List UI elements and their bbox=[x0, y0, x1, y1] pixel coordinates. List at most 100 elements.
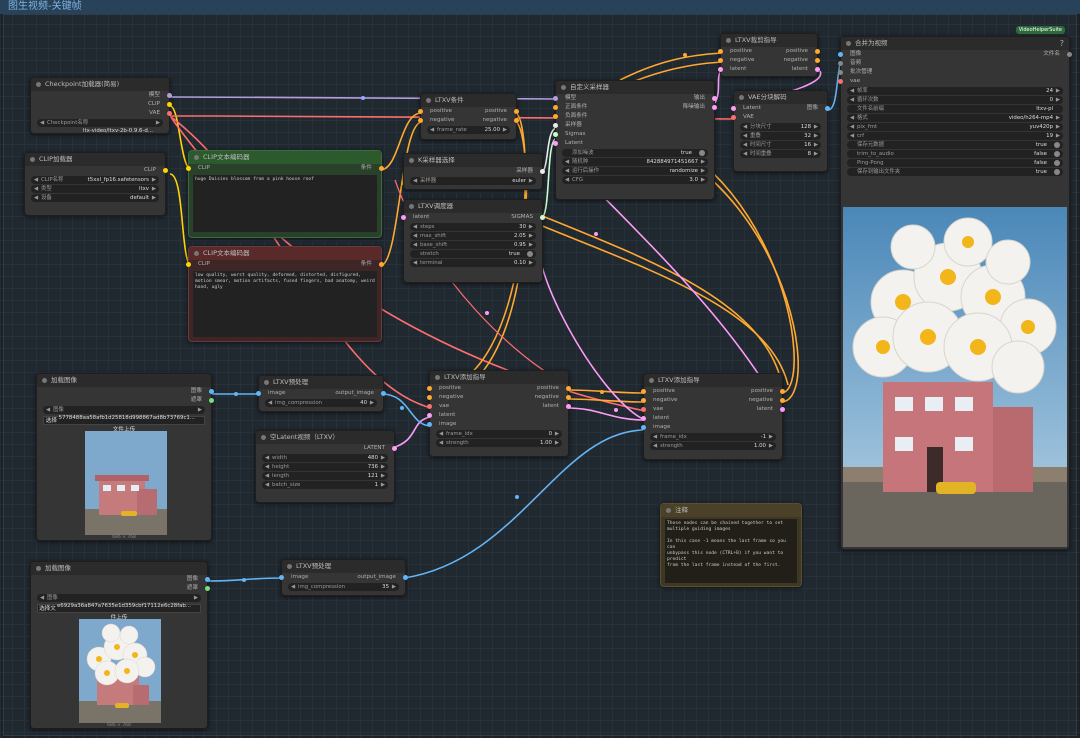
arrow-left-icon[interactable]: ◀ bbox=[34, 176, 38, 184]
prompt-textarea[interactable]: huge Daisies blossom from a pink house r… bbox=[193, 175, 377, 232]
input-latent-port[interactable] bbox=[731, 106, 736, 111]
input-vae-port[interactable] bbox=[427, 404, 432, 409]
arrow-left-icon[interactable]: ◀ bbox=[439, 430, 443, 438]
video-preview[interactable] bbox=[843, 207, 1067, 547]
output-positive-port[interactable] bbox=[815, 49, 820, 54]
arrow-left-icon[interactable]: ◀ bbox=[850, 96, 854, 104]
arrow-right-icon[interactable]: ▶ bbox=[381, 454, 385, 462]
arrow-right-icon[interactable]: ▶ bbox=[814, 123, 818, 131]
arrow-right-icon[interactable]: ▶ bbox=[1056, 96, 1060, 104]
arrow-right-icon[interactable]: ▶ bbox=[1056, 132, 1060, 140]
output-negative-port[interactable] bbox=[780, 398, 785, 403]
input-latent-port[interactable] bbox=[641, 416, 646, 421]
output-denoised-port[interactable] bbox=[712, 105, 717, 110]
input-negative-port[interactable] bbox=[553, 114, 558, 119]
img-compression-widget[interactable]: ◀ img_compression 35 ▶ bbox=[288, 583, 399, 591]
arrow-right-icon[interactable]: ▶ bbox=[529, 259, 533, 267]
arrow-left-icon[interactable]: ◀ bbox=[743, 132, 747, 140]
node-vae-decode-tiled[interactable]: VAE分块解码 Latent 图像 VAE ◀ 分块尺寸 128 ▶ ◀ 重叠 32 ▶ ◀ 时… bbox=[731, 90, 830, 172]
temporal-size-widget[interactable]: ◀ 时间尺寸 16 ▶ bbox=[740, 141, 821, 149]
arrow-right-icon[interactable]: ▶ bbox=[529, 177, 533, 185]
input-sampler-port[interactable] bbox=[553, 123, 558, 128]
arrow-left-icon[interactable]: ◀ bbox=[40, 594, 44, 602]
output-latent-port[interactable] bbox=[780, 407, 785, 412]
input-image-port[interactable] bbox=[279, 575, 284, 580]
node-clip-text-negative[interactable]: CLIP文本编码器 CLIP 条件 low quality, worst qual… bbox=[186, 246, 384, 342]
arrow-right-icon[interactable]: ▶ bbox=[1056, 87, 1060, 95]
arrow-right-icon[interactable]: ▶ bbox=[381, 463, 385, 471]
input-vae-port[interactable] bbox=[731, 115, 736, 120]
node-ltxv-preprocess-1[interactable]: LTXV预处理 image output_image ◀ img_compressi… bbox=[256, 375, 386, 412]
frame-idx-widget[interactable]: ◀ frame_idx -1 ▶ bbox=[650, 433, 776, 441]
output-image-port[interactable] bbox=[825, 106, 830, 111]
arrow-left-icon[interactable]: ◀ bbox=[439, 439, 443, 447]
arrow-right-icon[interactable]: ▶ bbox=[701, 176, 705, 184]
arrow-right-icon[interactable]: ▶ bbox=[701, 158, 705, 166]
output-sampler-port[interactable] bbox=[540, 169, 545, 174]
arrow-right-icon[interactable]: ▶ bbox=[769, 433, 773, 441]
output-negative-port[interactable] bbox=[566, 395, 571, 400]
output-latent-port[interactable] bbox=[815, 67, 820, 72]
arrow-right-icon[interactable]: ▶ bbox=[529, 232, 533, 240]
batch-size-widget[interactable]: ◀ batch_size 1 ▶ bbox=[262, 481, 388, 489]
arrow-left-icon[interactable]: ◀ bbox=[268, 399, 272, 407]
arrow-left-icon[interactable]: ◀ bbox=[743, 150, 747, 158]
output-mask-port[interactable] bbox=[205, 586, 210, 591]
arrow-left-icon[interactable]: ◀ bbox=[565, 176, 569, 184]
note-textarea[interactable]: These nodes can be chained together to s… bbox=[665, 519, 797, 583]
input-negative-port[interactable] bbox=[718, 58, 723, 63]
arrow-right-icon[interactable]: ▶ bbox=[152, 194, 156, 202]
base-shift-widget[interactable]: ◀ base_shift 0.95 ▶ bbox=[410, 241, 536, 249]
output-model-port[interactable] bbox=[167, 93, 172, 98]
arrow-right-icon[interactable]: ▶ bbox=[529, 223, 533, 231]
frame-idx-widget[interactable]: ◀ frame_idx 0 ▶ bbox=[436, 430, 562, 438]
arrow-left-icon[interactable]: ◀ bbox=[565, 158, 569, 166]
input-vae-port[interactable] bbox=[838, 79, 843, 84]
input-images-port[interactable] bbox=[838, 52, 843, 57]
clip-type-widget[interactable]: ◀ 类型 ltxv ▶ bbox=[31, 185, 159, 193]
input-positive-port[interactable] bbox=[718, 49, 723, 54]
arrow-right-icon[interactable]: ▶ bbox=[503, 126, 507, 134]
arrow-left-icon[interactable]: ◀ bbox=[850, 132, 854, 140]
arrow-left-icon[interactable]: ◀ bbox=[34, 185, 38, 193]
filename-prefix-widget[interactable]: 文件名前缀 ltxv-pl bbox=[847, 105, 1063, 113]
arrow-left-icon[interactable]: ◀ bbox=[265, 463, 269, 471]
input-negative-port[interactable] bbox=[427, 395, 432, 400]
arrow-left-icon[interactable]: ◀ bbox=[265, 454, 269, 462]
node-ltxv-crop-guides[interactable]: LTXV裁剪指导 positive positive negative negati… bbox=[718, 33, 820, 77]
arrow-left-icon[interactable]: ◀ bbox=[265, 481, 269, 489]
save-output-toggle[interactable]: 保存到输出文件夹 true bbox=[847, 168, 1063, 176]
arrow-right-icon[interactable]: ▶ bbox=[814, 150, 818, 158]
arrow-right-icon[interactable]: ▶ bbox=[381, 472, 385, 480]
seed-widget[interactable]: ◀ 随机种 842884971451667 ▶ bbox=[562, 158, 708, 166]
arrow-right-icon[interactable]: ▶ bbox=[194, 594, 198, 602]
output-mask-port[interactable] bbox=[209, 398, 214, 403]
node-ltxv-add-guide-1[interactable]: LTXV添加指导 positive positive negative negati… bbox=[427, 370, 571, 457]
node-clip-text-positive[interactable]: CLIP文本编码器 CLIP 条件 huge Daisies blossom fr… bbox=[186, 150, 384, 238]
output-negative-port[interactable] bbox=[815, 58, 820, 63]
length-widget[interactable]: ◀ length 121 ▶ bbox=[262, 472, 388, 480]
input-negative-port[interactable] bbox=[418, 118, 423, 123]
output-latent-port[interactable] bbox=[566, 404, 571, 409]
arrow-left-icon[interactable]: ◀ bbox=[40, 119, 44, 127]
add-noise-toggle[interactable]: 添加噪波 true bbox=[562, 149, 708, 157]
arrow-right-icon[interactable]: ▶ bbox=[1056, 123, 1060, 131]
arrow-left-icon[interactable]: ◀ bbox=[743, 141, 747, 149]
input-latent-port[interactable] bbox=[553, 141, 558, 146]
input-positive-port[interactable] bbox=[418, 109, 423, 114]
output-image-port[interactable] bbox=[381, 391, 386, 396]
temporal-overlap-widget[interactable]: ◀ 时间重叠 8 ▶ bbox=[740, 150, 821, 158]
input-image-port[interactable] bbox=[256, 391, 261, 396]
strength-widget[interactable]: ◀ strength 1.00 ▶ bbox=[650, 442, 776, 450]
arrow-left-icon[interactable]: ◀ bbox=[430, 126, 434, 134]
arrow-right-icon[interactable]: ▶ bbox=[701, 167, 705, 175]
arrow-right-icon[interactable]: ▶ bbox=[156, 119, 160, 127]
output-output-port[interactable] bbox=[712, 96, 717, 101]
input-latent-port[interactable] bbox=[401, 215, 406, 220]
arrow-right-icon[interactable]: ▶ bbox=[814, 141, 818, 149]
group-title-bar[interactable]: 图生视频-关键帧 ▶ ⊸ bbox=[0, 0, 1080, 14]
arrow-right-icon[interactable]: ▶ bbox=[381, 481, 385, 489]
node-load-image-1[interactable]: 加载图像 图像 遮罩 ◀ 图像 5778488aa58afb1d25818d9988… bbox=[36, 373, 214, 541]
input-clip-port[interactable] bbox=[186, 166, 191, 171]
cfg-widget[interactable]: ◀ CFG 3.0 ▶ bbox=[562, 176, 708, 184]
